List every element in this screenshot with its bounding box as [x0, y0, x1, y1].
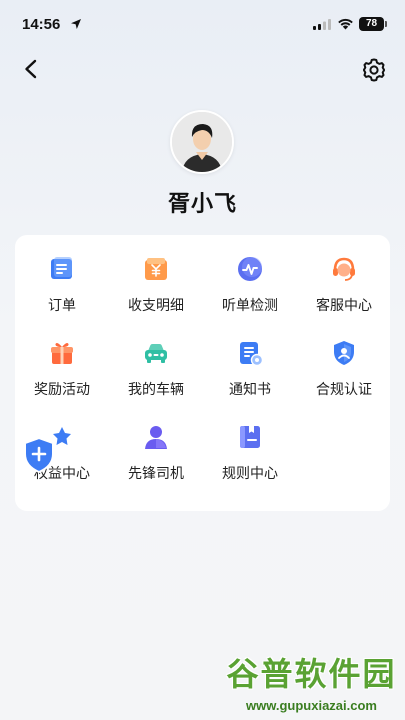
menu-item-orders[interactable]: 订单	[15, 235, 109, 314]
pioneer-driver-icon	[145, 426, 167, 449]
order-icon	[51, 257, 72, 279]
floating-add-shield-button[interactable]	[23, 437, 55, 473]
menu-item-label: 奖励活动	[34, 382, 90, 398]
avatar[interactable]	[170, 110, 234, 174]
menu-item-notice[interactable]: 通知书	[203, 319, 297, 398]
menu-item-rules-center[interactable]: 规则中心	[203, 403, 297, 482]
location-arrow-icon	[71, 19, 81, 29]
avatar-image	[172, 112, 232, 172]
menu-item-label: 收支明细	[128, 298, 184, 314]
battery-tip	[385, 21, 387, 27]
settings-gear-icon[interactable]	[360, 56, 388, 84]
battery-level: 78	[359, 17, 384, 31]
order-listening-check-icon	[238, 257, 262, 281]
menu-item-label: 我的车辆	[128, 382, 184, 398]
compliance-shield-icon	[334, 341, 354, 365]
menu-item-label: 听单检测	[222, 298, 278, 314]
income-expense-icon	[145, 258, 167, 280]
wifi-icon	[338, 18, 353, 30]
menu-item-my-vehicle[interactable]: 我的车辆	[109, 319, 203, 398]
menu-item-customer-service[interactable]: 客服中心	[297, 235, 391, 314]
car-icon	[145, 344, 167, 363]
watermark-url: www.gupuxiazai.com	[246, 698, 377, 713]
menu-item-compliance-certification[interactable]: 合规认证	[297, 319, 391, 398]
gift-icon	[51, 343, 73, 364]
menu-item-label: 通知书	[229, 382, 271, 398]
menu-item-reward-activities[interactable]: 奖励活动	[15, 319, 109, 398]
notice-icon	[240, 342, 264, 367]
menu-item-order-listening-check[interactable]: 听单检测	[203, 235, 297, 314]
menu-item-income-expense[interactable]: 收支明细	[109, 235, 203, 314]
rules-book-icon	[240, 426, 260, 448]
menu-item-label: 规则中心	[222, 466, 278, 482]
back-button[interactable]	[18, 56, 44, 82]
status-time: 14:56	[22, 16, 61, 33]
watermark-logo: 谷普软件园 www.gupuxiazai.com	[220, 654, 403, 718]
menu-card: 订单 收支明细 听单检测 客服中心 奖励活动 我的车辆 通知书 合规认证 权益中…	[15, 235, 390, 511]
status-bar: 14:56 78	[0, 0, 405, 44]
user-name: 胥小飞	[167, 192, 237, 217]
menu-item-label: 订单	[48, 298, 76, 314]
menu-item-pioneer-driver[interactable]: 先锋司机	[109, 403, 203, 482]
menu-item-label: 先锋司机	[128, 466, 184, 482]
cellular-signal-icon	[313, 19, 331, 30]
customer-service-icon	[333, 257, 355, 281]
watermark-title: 谷普软件园	[226, 655, 397, 693]
menu-item-label: 客服中心	[316, 298, 372, 314]
menu-item-label: 合规认证	[316, 382, 372, 398]
